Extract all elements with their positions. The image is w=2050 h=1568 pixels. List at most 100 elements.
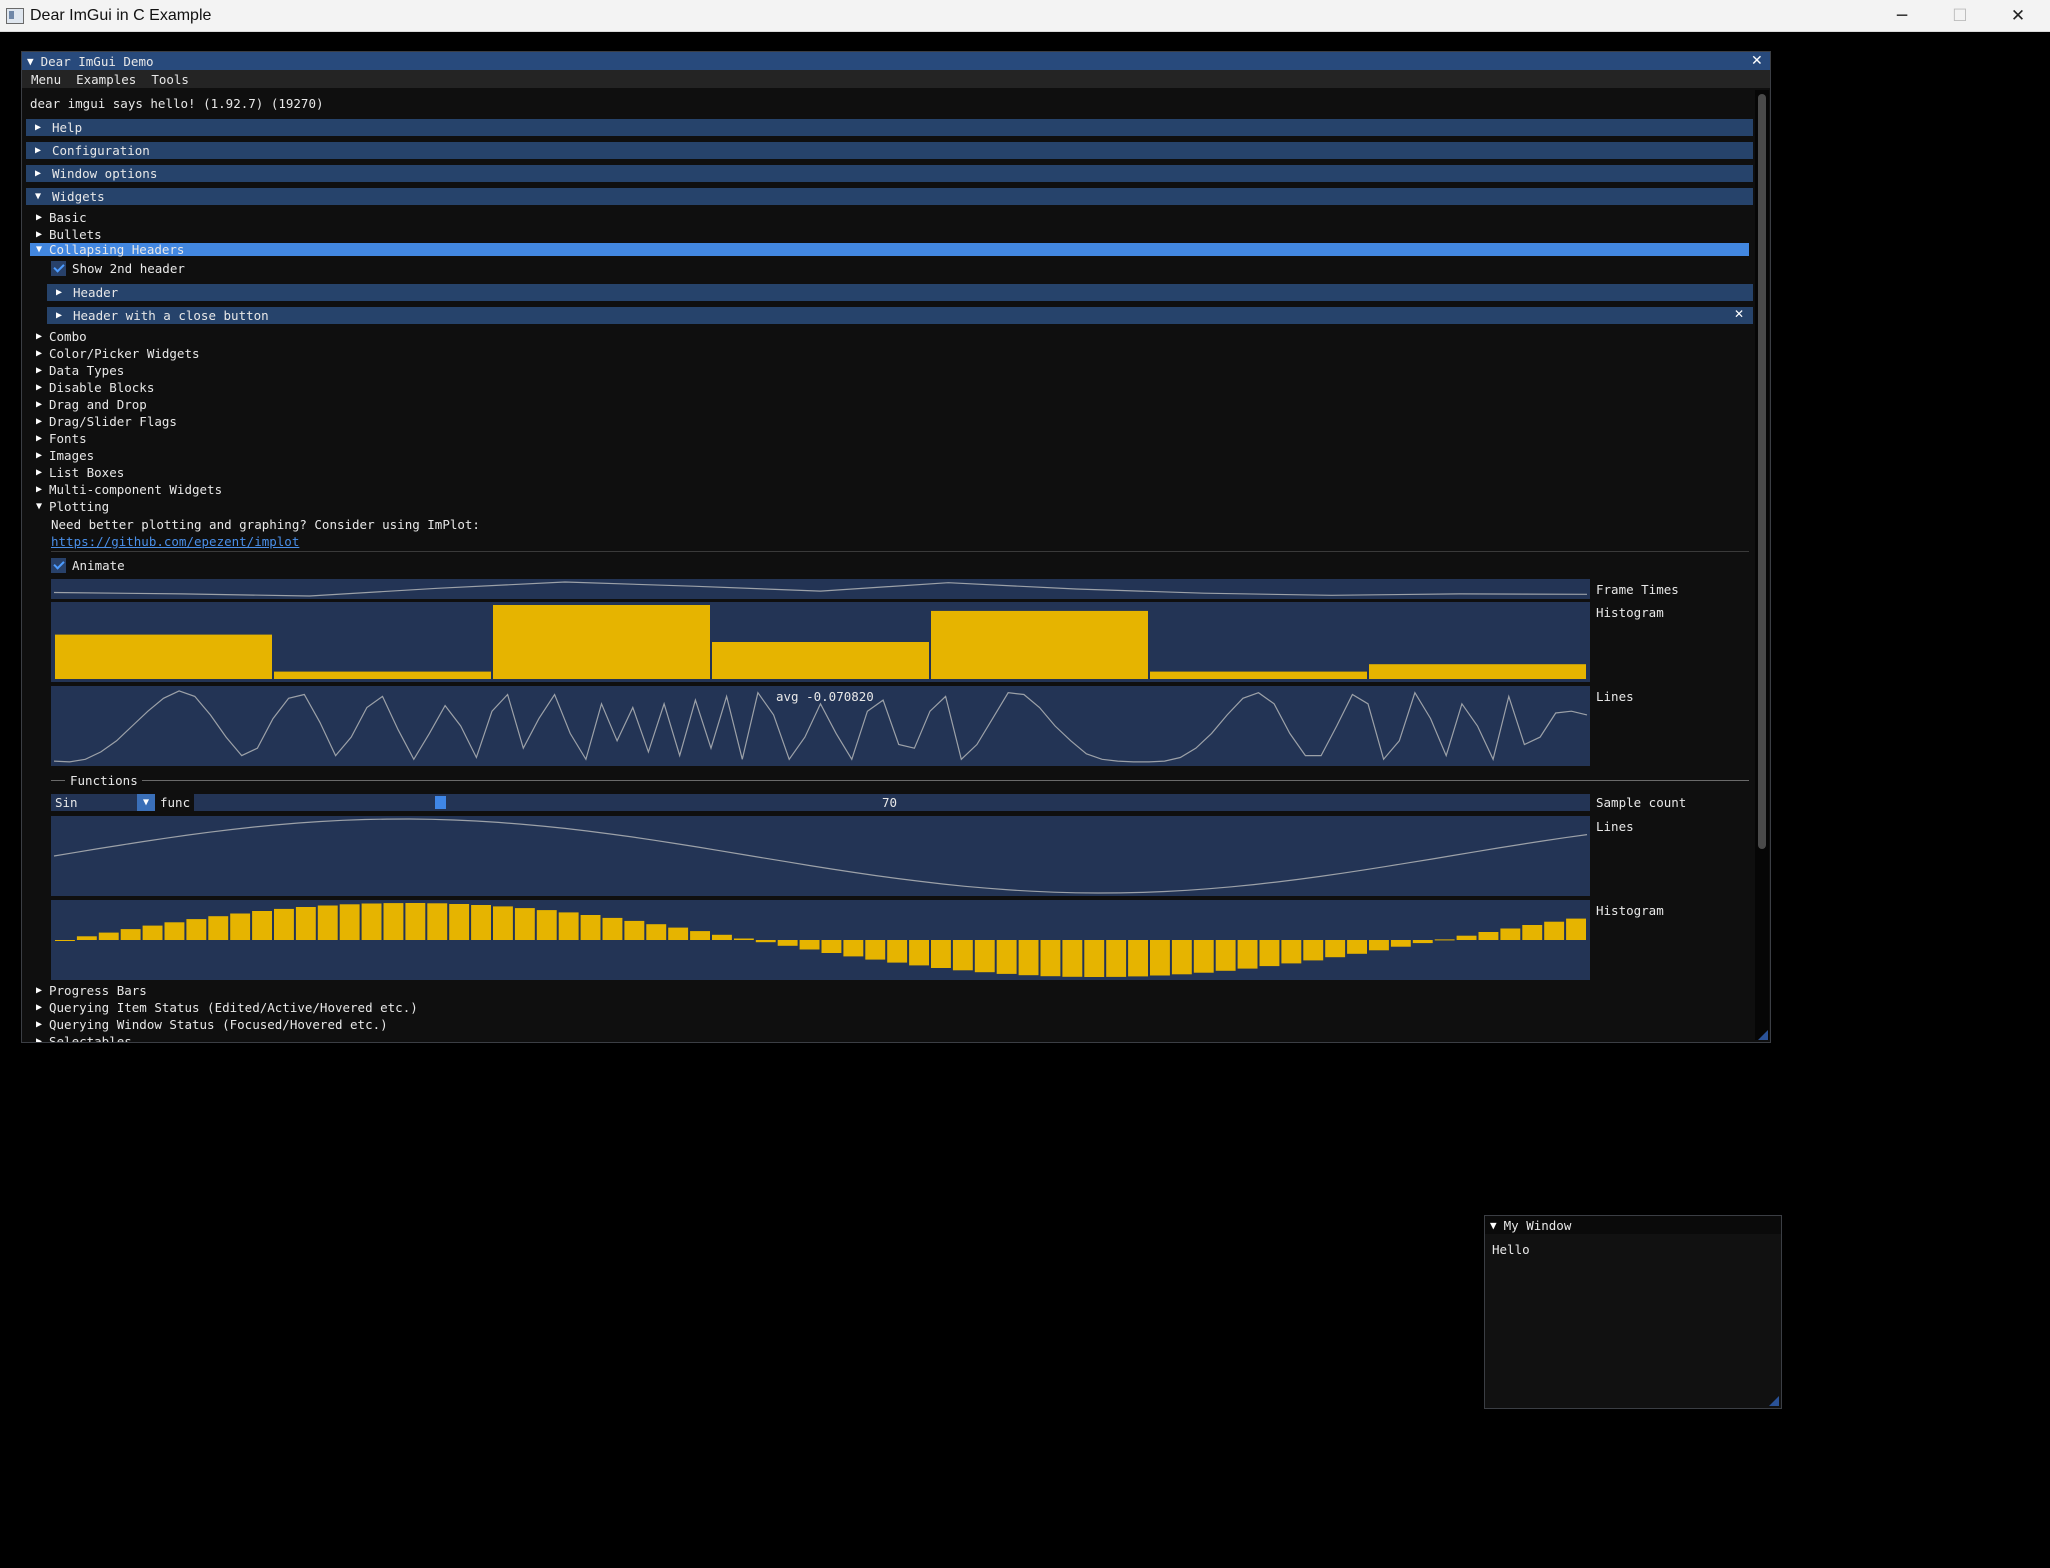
arrow-down-icon: ▼ xyxy=(36,244,43,255)
header-close-icon[interactable]: ✕ xyxy=(1734,307,1744,321)
arrow-right-icon: ▶ xyxy=(36,399,43,410)
my-window[interactable]: ▼ My Window Hello xyxy=(1484,1215,1782,1409)
func-lines-label: Lines xyxy=(1596,819,1634,834)
tree-drag-and-drop[interactable]: ▶ Drag and Drop xyxy=(36,396,147,413)
my-window-text: Hello xyxy=(1492,1242,1530,1257)
header-configuration[interactable]: ▶ Configuration xyxy=(26,142,1753,159)
menu-menu[interactable]: Menu xyxy=(31,72,61,87)
func-histogram-bar xyxy=(449,904,470,940)
implot-link[interactable]: https://github.com/epezent/implot xyxy=(51,534,299,549)
tree-images[interactable]: ▶ Images xyxy=(36,447,94,464)
tree-plotting[interactable]: ▼ Plotting xyxy=(36,498,109,515)
func-histogram-bar xyxy=(624,920,645,940)
resize-grip-icon[interactable] xyxy=(1758,1030,1768,1040)
menu-examples[interactable]: Examples xyxy=(76,72,136,87)
collapse-arrow-icon[interactable]: ▼ xyxy=(1490,1219,1497,1232)
arrow-right-icon: ▶ xyxy=(36,382,43,393)
func-combo[interactable]: Sin ▼ xyxy=(51,794,155,811)
func-histogram-bar xyxy=(1412,940,1433,944)
show-2nd-header-checkbox[interactable]: Show 2nd header xyxy=(51,260,185,277)
tree-disable-blocks[interactable]: ▶ Disable Blocks xyxy=(36,379,154,396)
arrow-right-icon: ▶ xyxy=(36,1002,43,1013)
func-histogram-bar xyxy=(668,927,689,940)
sample-count-slider[interactable]: 70 xyxy=(194,794,1590,811)
tree-data-types[interactable]: ▶ Data Types xyxy=(36,362,124,379)
func-label: func xyxy=(160,795,191,810)
tree-querying-window[interactable]: ▶ Querying Window Status (Focused/Hovered… xyxy=(36,1016,388,1033)
func-histogram-bar xyxy=(1456,935,1477,940)
demo-menubar: Menu Examples Tools xyxy=(22,70,1770,88)
tree-color-picker[interactable]: ▶ Color/Picker Widgets xyxy=(36,345,200,362)
func-histogram-bar xyxy=(646,924,667,940)
func-histogram-bar xyxy=(1259,940,1280,967)
func-histogram-bar xyxy=(1281,940,1302,964)
histogram-bar xyxy=(712,642,929,679)
func-histogram-bar xyxy=(339,904,360,940)
demo-titlebar[interactable]: ▼ Dear ImGui Demo ✕ xyxy=(22,52,1770,70)
func-histogram-bar xyxy=(1544,921,1565,940)
scrollbar-thumb[interactable] xyxy=(1758,94,1766,849)
resize-grip-icon[interactable] xyxy=(1769,1396,1779,1406)
func-histogram-bar xyxy=(799,940,820,950)
tree-bullets[interactable]: ▶ Bullets xyxy=(36,226,102,243)
header-with-close[interactable]: ▶ Header with a close button ✕ xyxy=(47,307,1753,324)
my-window-titlebar[interactable]: ▼ My Window xyxy=(1485,1216,1781,1234)
menu-tools[interactable]: Tools xyxy=(151,72,189,87)
demo-close-icon[interactable]: ✕ xyxy=(1751,53,1763,69)
func-histogram-bar xyxy=(1347,940,1367,954)
tree-multi-component[interactable]: ▶ Multi-component Widgets xyxy=(36,481,222,498)
func-lines-series-line xyxy=(53,818,1588,894)
frame-times-plot[interactable] xyxy=(51,579,1590,599)
func-histogram-bar xyxy=(1434,939,1455,941)
func-histogram-bar xyxy=(186,919,207,940)
histogram-label: Histogram xyxy=(1596,605,1664,620)
vertical-scrollbar[interactable] xyxy=(1755,90,1769,1040)
func-lines-plot[interactable] xyxy=(51,816,1590,896)
tree-selectables[interactable]: ▶ Selectables xyxy=(36,1033,132,1042)
func-histogram-bar xyxy=(1040,940,1061,977)
minimize-button[interactable]: ─ xyxy=(1874,0,1930,31)
checkmark-icon[interactable] xyxy=(51,558,66,573)
lines-plot[interactable]: avg -0.070820 xyxy=(51,686,1590,766)
tree-progress-bars[interactable]: ▶ Progress Bars xyxy=(36,982,147,999)
hello-text: dear imgui says hello! (1.92.7) (19270) xyxy=(30,96,324,111)
close-button[interactable]: ✕ xyxy=(1990,0,2046,31)
tree-combo[interactable]: ▶ Combo xyxy=(36,328,87,345)
func-histogram-bar xyxy=(1128,940,1148,977)
func-histogram-bar xyxy=(865,940,886,960)
func-histogram-bar xyxy=(602,917,623,940)
tree-drag-slider-flags[interactable]: ▶ Drag/Slider Flags xyxy=(36,413,177,430)
func-histogram-bar xyxy=(909,940,929,966)
header-widgets[interactable]: ▼ Widgets xyxy=(26,188,1753,205)
maximize-button[interactable]: ☐ xyxy=(1932,0,1988,31)
func-histogram-bar xyxy=(514,908,535,940)
demo-window[interactable]: ▼ Dear ImGui Demo ✕ Menu Examples Tools … xyxy=(21,51,1771,1043)
func-histogram-bar xyxy=(1193,940,1214,973)
close-icon: ✕ xyxy=(2010,5,2026,26)
slider-grab[interactable] xyxy=(435,796,446,809)
combo-arrow-icon[interactable]: ▼ xyxy=(137,794,155,811)
arrow-right-icon: ▶ xyxy=(36,416,43,427)
func-histogram-bar xyxy=(843,940,864,957)
func-histogram-bar xyxy=(427,903,448,940)
func-histogram-bar xyxy=(974,940,995,973)
tree-querying-item[interactable]: ▶ Querying Item Status (Edited/Active/Hov… xyxy=(36,999,418,1016)
tree-collapsing-headers[interactable]: ▼ Collapsing Headers xyxy=(30,242,1749,257)
header-window-options[interactable]: ▶ Window options xyxy=(26,165,1753,182)
header-help[interactable]: ▶ Help xyxy=(26,119,1753,136)
plotting-hint: Need better plotting and graphing? Consi… xyxy=(51,517,480,532)
tree-fonts[interactable]: ▶ Fonts xyxy=(36,430,87,447)
func-histogram-bar xyxy=(931,940,951,968)
collapse-arrow-icon[interactable]: ▼ xyxy=(27,55,34,68)
histogram-bar xyxy=(931,610,1148,679)
arrow-down-icon: ▼ xyxy=(36,501,43,512)
checkmark-icon[interactable] xyxy=(51,261,66,276)
tree-basic[interactable]: ▶ Basic xyxy=(36,209,87,226)
arrow-right-icon: ▶ xyxy=(35,122,42,133)
histogram-plot[interactable] xyxy=(51,602,1590,682)
func-histogram-plot[interactable] xyxy=(51,900,1590,980)
func-histogram-bar xyxy=(1303,940,1324,961)
animate-checkbox[interactable]: Animate xyxy=(51,557,125,574)
header-header[interactable]: ▶ Header xyxy=(47,284,1753,301)
tree-list-boxes[interactable]: ▶ List Boxes xyxy=(36,464,124,481)
